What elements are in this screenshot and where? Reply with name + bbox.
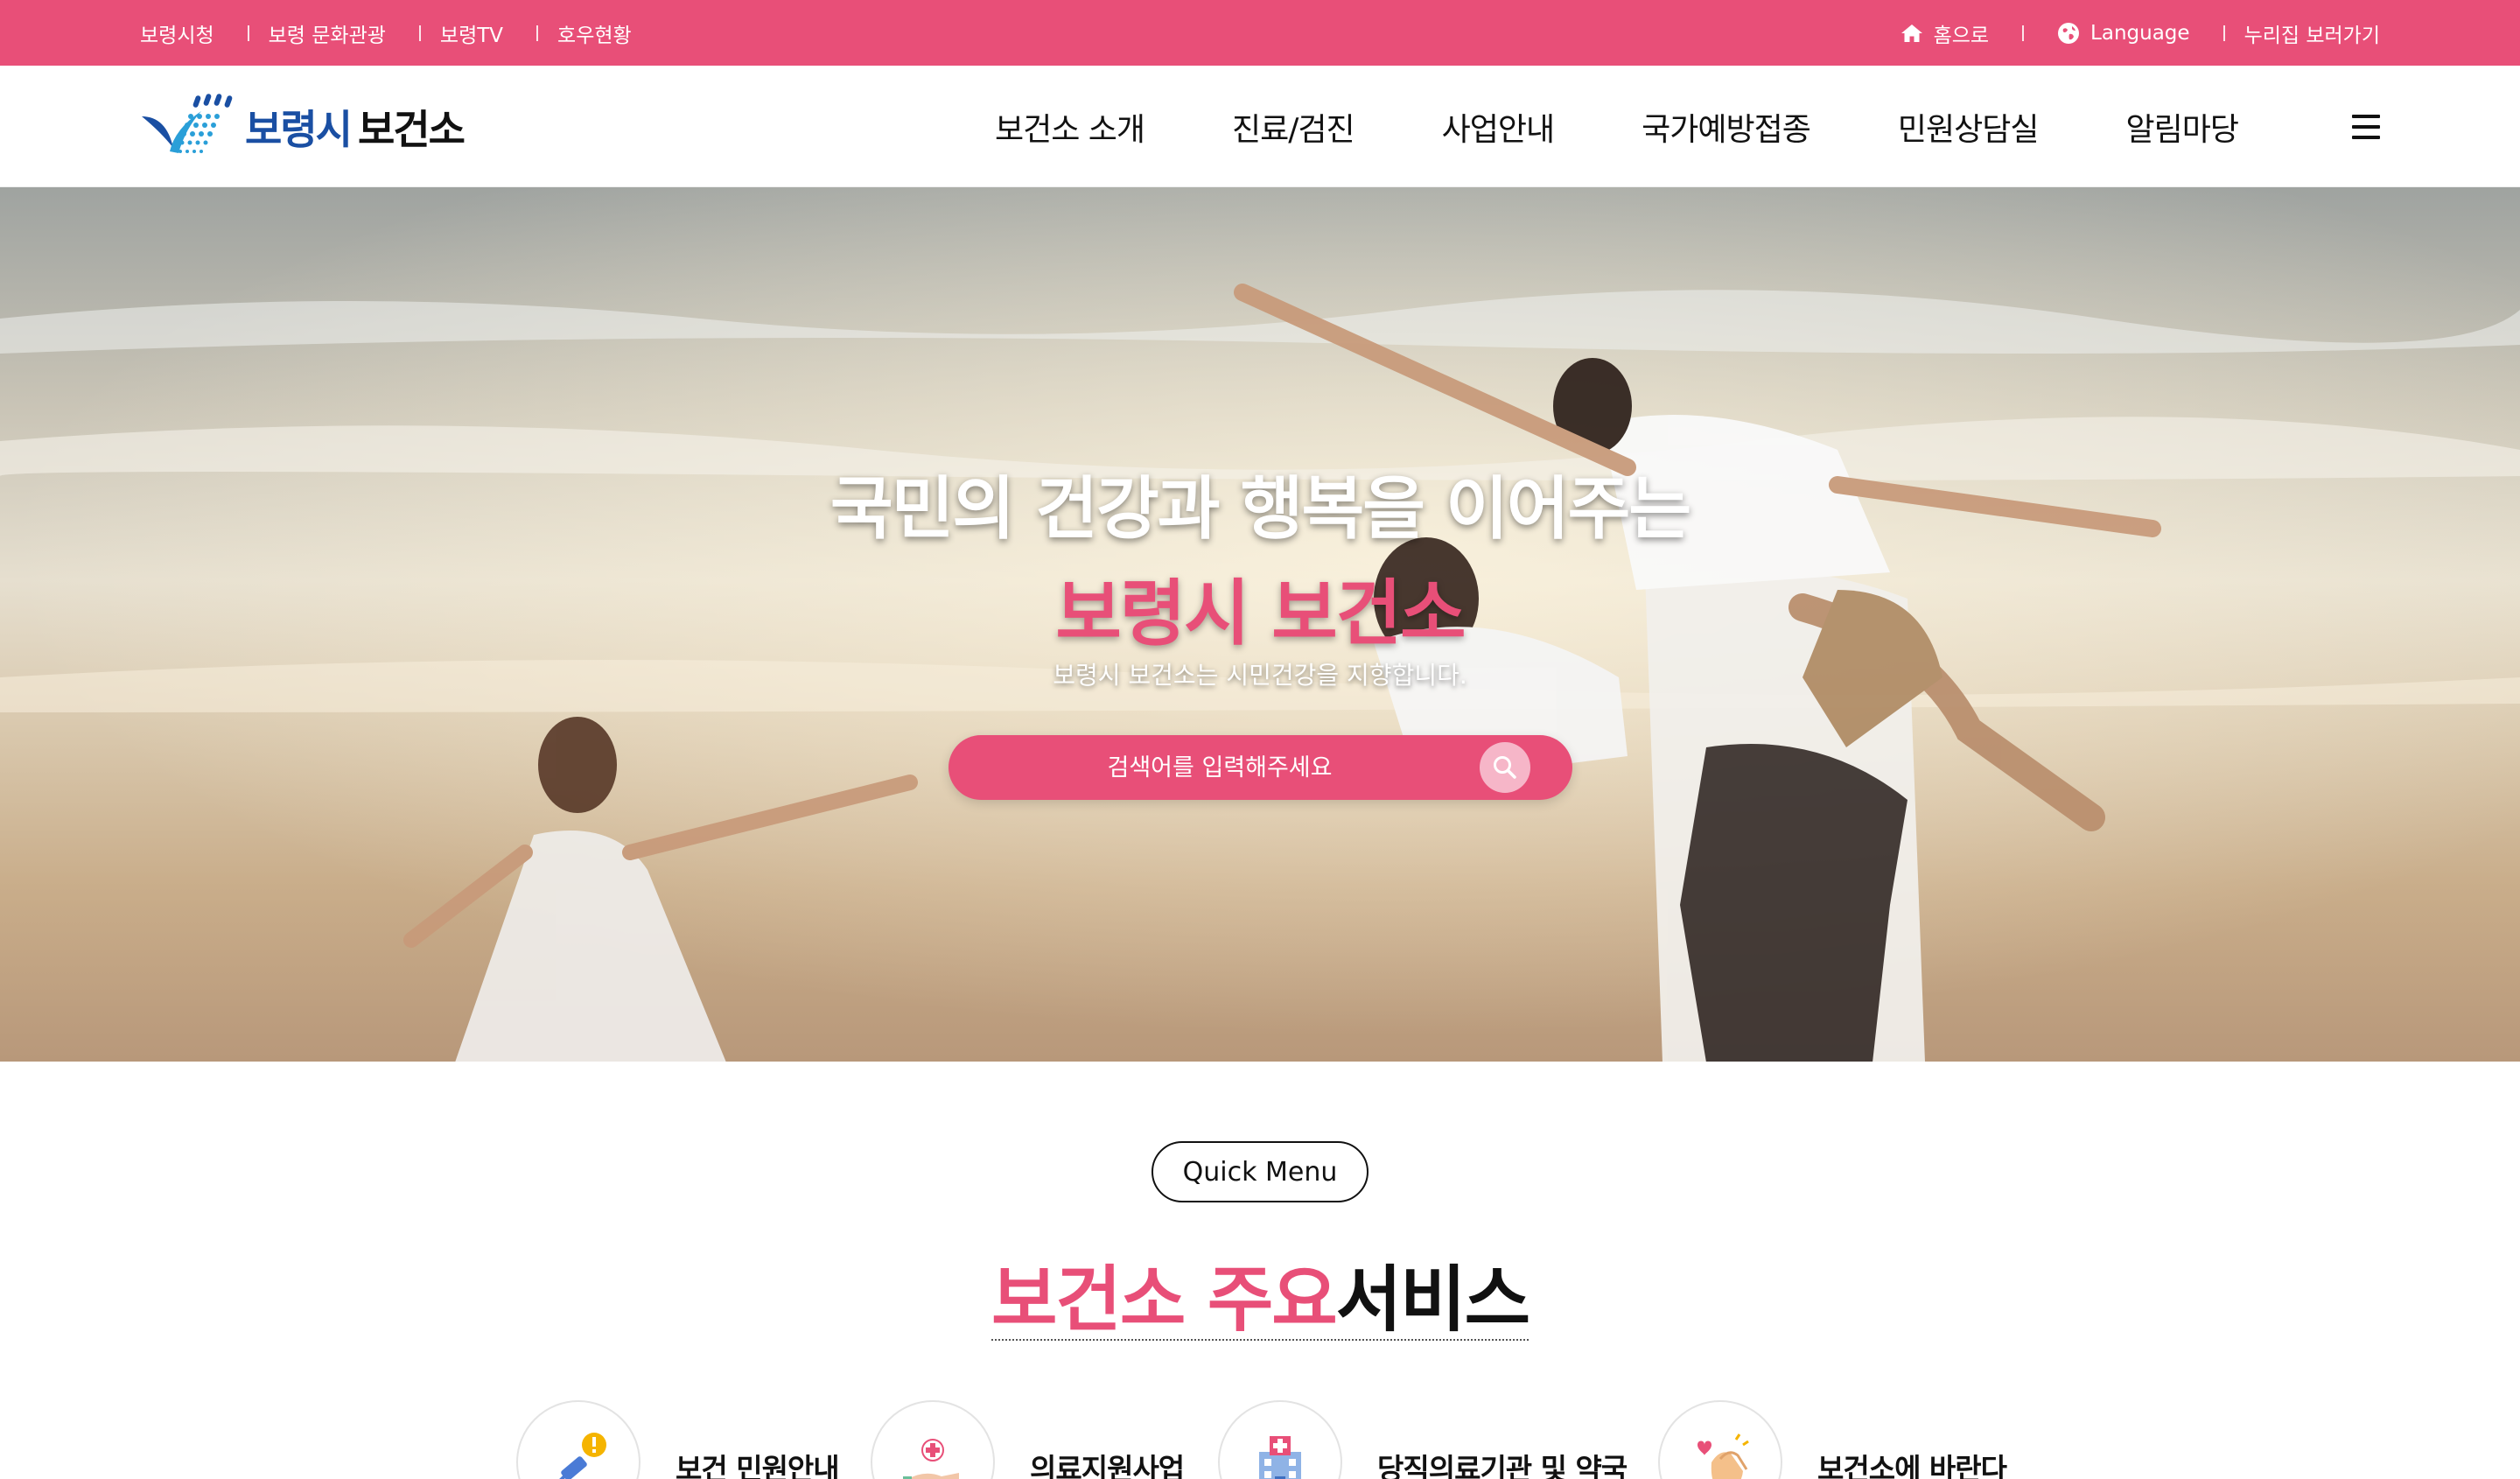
section-title-underline [991, 1339, 1529, 1341]
logo-text-city: 보령시 [245, 106, 353, 153]
family-site-links: 보령시청 보령 문화관광 보령TV 호우현황 [140, 0, 632, 66]
link-heavy-rain-status[interactable]: 호우현황 [557, 18, 632, 48]
logo-mark-icon [142, 94, 233, 153]
section-title-highlight: 보건소 주요 [990, 1258, 1338, 1342]
logo-text-center: 보건소 [357, 106, 466, 153]
quick-menu-badge: Quick Menu [1152, 1141, 1368, 1202]
quick-menu-list: 보건 민원안내 의료지원사업 당직의료기관 및 약국 보건소에 바란다 [0, 1400, 2520, 1479]
link-boryeong-tv[interactable]: 보령TV [440, 18, 503, 48]
top-utility-bar: 보령시청 보령 문화관광 보령TV 호우현황 홈으로 Language 누리집 … [0, 0, 2520, 66]
language-link[interactable]: Language [2057, 22, 2190, 45]
hero-title: 국민의 건강과 행복을 이어주는 [830, 470, 1691, 549]
home-link-label: 홈으로 [1933, 24, 1990, 47]
section-title: 보건소 주요서비스 [0, 1241, 2520, 1345]
link-boryeong-tourism[interactable]: 보령 문화관광 [269, 18, 386, 48]
search-button[interactable] [1480, 742, 1530, 793]
nav-civil-consultation[interactable]: 민원상담실 [1898, 104, 2040, 150]
divider [536, 25, 539, 41]
menu-hamburger-icon[interactable] [2352, 115, 2380, 139]
quick-menu-item-duty-hospital[interactable]: 당직의료기관 및 약국 [1218, 1400, 1628, 1479]
section-title-rest: 서비스 [1335, 1258, 1530, 1342]
quick-menu-label: 당직의료기관 및 약국 [1377, 1452, 1628, 1479]
medical-hand-icon [871, 1400, 995, 1479]
nav-treatment-checkup[interactable]: 진료/검진 [1232, 104, 1355, 150]
nuri-site-link[interactable]: 누리집 보러가기 [2244, 18, 2380, 48]
divider [418, 25, 421, 41]
syringe-warning-icon [516, 1400, 640, 1479]
hero-banner: 국민의 건강과 행복을 이어주는 보령시 보건소 보령시 보건소는 시민건강을 … [0, 187, 2520, 1062]
search-input[interactable] [975, 735, 1465, 800]
home-icon [1900, 23, 1923, 44]
main-navigation: 보건소 소개 진료/검진 사업안내 국가예방접종 민원상담실 알림마당 [995, 66, 2239, 187]
globe-icon [2057, 22, 2080, 45]
nav-about[interactable]: 보건소 소개 [995, 104, 1145, 150]
link-boryeong-city[interactable]: 보령시청 [140, 18, 214, 48]
hero-search-bar [948, 735, 1572, 800]
language-label: Language [2090, 21, 2190, 45]
site-logo[interactable]: 보령시 보건소 [140, 90, 466, 164]
quick-menu-item-civil-guide[interactable]: 보건 민원안내 [516, 1400, 840, 1479]
quick-menu-label: 보건소에 바란다 [1817, 1452, 2007, 1479]
divider [2022, 25, 2025, 41]
hospital-building-icon [1218, 1400, 1342, 1479]
utility-links: 홈으로 Language 누리집 보러가기 [1900, 0, 2380, 66]
divider [247, 25, 249, 41]
quick-menu-label: 의료지원사업 [1030, 1452, 1185, 1479]
quick-menu-item-medical-support[interactable]: 의료지원사업 [871, 1400, 1185, 1479]
site-header: 보령시 보건소 보건소 소개 진료/검진 사업안내 국가예방접종 민원상담실 알림… [0, 66, 2520, 187]
quick-menu-label: 보건 민원안내 [676, 1452, 840, 1479]
quick-menu-item-suggestions[interactable]: 보건소에 바란다 [1658, 1400, 2007, 1479]
logo-text: 보령시 보건소 [245, 98, 466, 156]
home-link[interactable]: 홈으로 [1900, 18, 1989, 48]
hero-subtitle: 보령시 보건소 [1055, 572, 1466, 655]
nav-notices[interactable]: 알림마당 [2125, 104, 2238, 150]
hero-description: 보령시 보건소는 시민건강을 지향합니다. [1053, 661, 1467, 690]
divider [2222, 25, 2225, 41]
clapping-hands-icon [1658, 1400, 1782, 1479]
nav-vaccination[interactable]: 국가예방접종 [1642, 104, 1811, 150]
nav-programs[interactable]: 사업안내 [1442, 104, 1555, 150]
search-icon [1494, 756, 1516, 779]
